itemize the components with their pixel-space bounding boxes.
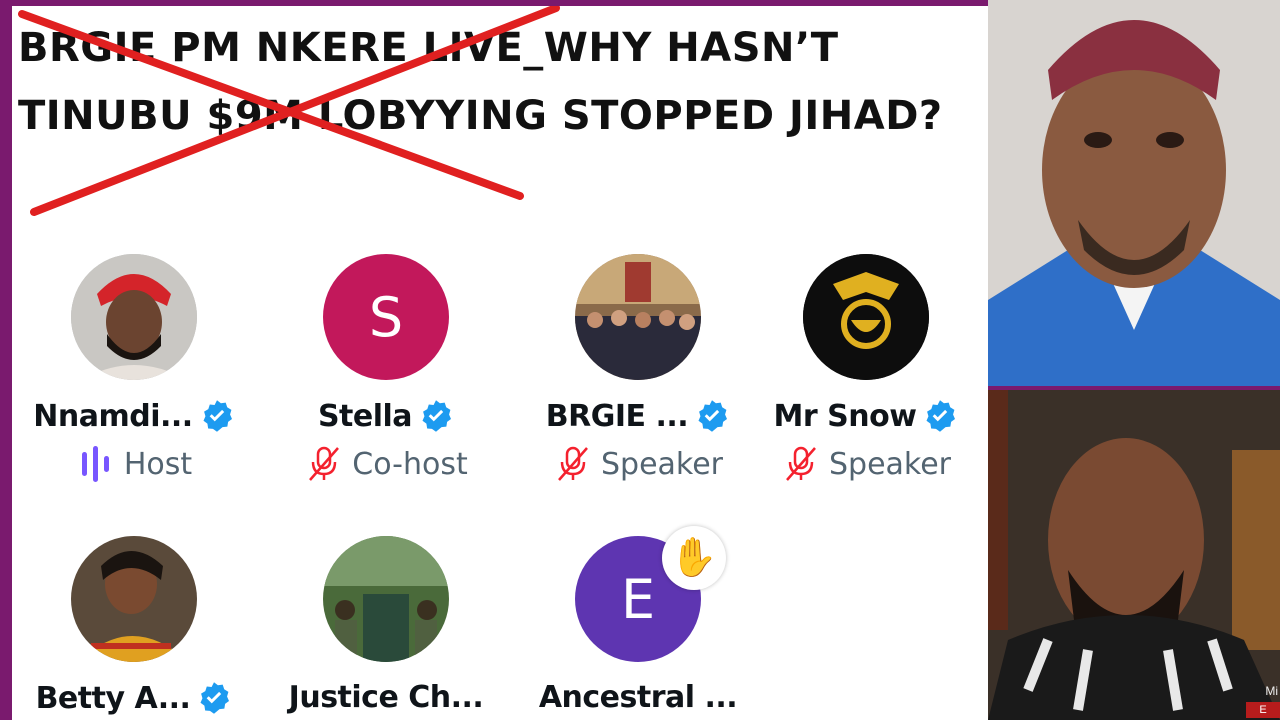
verified-badge-icon	[698, 400, 728, 432]
webcam-feed-bottom: Mi E	[988, 390, 1280, 720]
verified-badge-icon	[422, 400, 452, 432]
avatar[interactable]	[803, 254, 929, 380]
raised-hand-icon: ✋	[662, 526, 726, 590]
webcam-feed-top	[988, 0, 1280, 386]
participant-name: Justice Ch...	[288, 680, 484, 715]
avatar-letter: E	[620, 567, 656, 631]
participant-card[interactable]: BRGIE ... Speaker	[516, 254, 760, 484]
participant-card[interactable]: Justice Ch...	[264, 536, 508, 715]
participant-card[interactable]: E ✋ Ancestral ...	[516, 526, 760, 715]
participant-name: Stella	[317, 398, 413, 434]
avatar[interactable]	[71, 254, 197, 380]
participant-card[interactable]: Mr Snow Speaker	[744, 254, 988, 484]
participant-role: Co-host	[352, 446, 468, 482]
avatar[interactable]	[71, 536, 197, 662]
participant-role: Host	[123, 446, 193, 482]
participant-role: Speaker	[828, 446, 952, 482]
camera-badge: E	[1246, 702, 1280, 718]
verified-badge-icon	[200, 682, 230, 714]
verified-badge-icon	[926, 400, 956, 432]
avatar-letter: S	[368, 285, 404, 349]
participant-role: Speaker	[600, 446, 724, 482]
mic-off-icon	[786, 446, 816, 481]
verified-badge-icon	[203, 400, 232, 432]
participant-name: Nnamdi...	[33, 398, 193, 434]
participant-card[interactable]: Nnamdi... Host	[12, 254, 256, 484]
host-equalizer-icon	[81, 446, 109, 482]
avatar[interactable]	[575, 254, 701, 380]
camera-overlay-label: Mi	[1265, 684, 1278, 698]
participant-name: BRGIE ...	[545, 398, 689, 434]
space-title: BRGIE PM NKERE LIVE_WHY HASN’T TINUBU $9…	[18, 25, 943, 139]
participant-name: Betty A...	[35, 680, 191, 716]
mic-off-icon	[309, 446, 340, 481]
avatar[interactable]	[323, 536, 449, 662]
spaces-screenshot: BRGIE PM NKERE LIVE_WHY HASN’T TINUBU $9…	[12, 6, 988, 720]
participant-name: Mr Snow	[773, 398, 917, 434]
participant-card[interactable]: Betty A...	[12, 536, 256, 716]
mic-off-icon	[558, 446, 588, 481]
participant-name: Ancestral ...	[538, 680, 738, 715]
avatar[interactable]: S	[323, 254, 449, 380]
participant-card[interactable]: S Stella Co-host	[264, 254, 508, 484]
